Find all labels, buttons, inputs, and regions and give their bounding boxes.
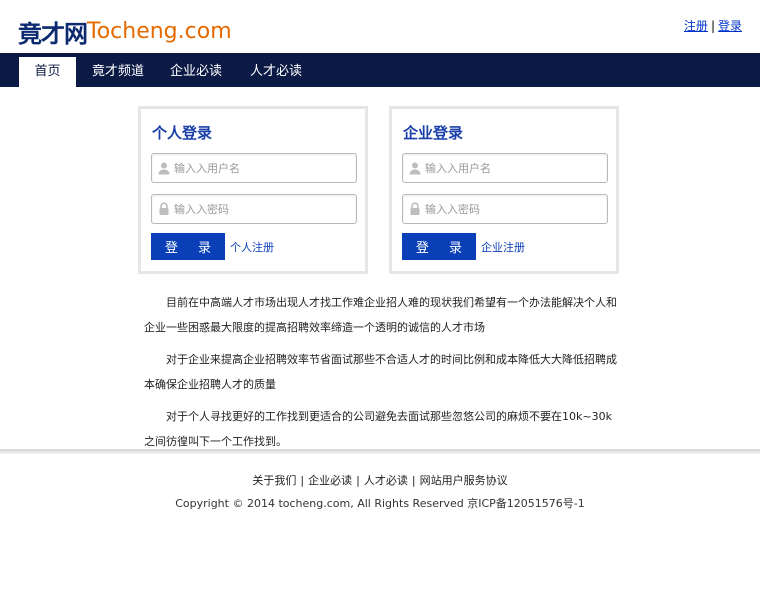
nav-item-company-reading[interactable]: 企业必读 xyxy=(162,57,230,87)
footer-link-user-agreement[interactable]: 网站用户服务协议 xyxy=(420,474,508,487)
copyright-text: Copyright © 2014 tocheng.com, All Rights… xyxy=(175,497,585,510)
nav-item-channel[interactable]: 竟才频道 xyxy=(84,57,152,87)
personal-login-panel: 个人登录 登 录 个人注册 xyxy=(138,106,368,274)
personal-username-input[interactable] xyxy=(174,154,350,182)
site-header: 竟才网Tocheng.com 注册 | 登录 xyxy=(0,0,760,53)
main-nav: 首页 竟才频道 企业必读 人才必读 xyxy=(0,53,760,87)
company-login-panel: 企业登录 登 录 企业注册 xyxy=(389,106,619,274)
intro-paragraph: 目前在中高端人才市场出现人才找工作难企业招人难的现状我们希望有一个办法能解决个人… xyxy=(144,296,617,334)
personal-login-button[interactable]: 登 录 xyxy=(151,233,225,260)
nav-item-home[interactable]: 首页 xyxy=(19,57,76,87)
register-link[interactable]: 注册 xyxy=(684,19,708,33)
footer-separator: | xyxy=(356,474,360,487)
personal-password-field[interactable] xyxy=(151,194,357,224)
logo-english-text: Tocheng.com xyxy=(87,19,232,44)
top-account-links: 注册 | 登录 xyxy=(684,17,742,34)
footer-separator: | xyxy=(300,474,305,487)
personal-login-title: 个人登录 xyxy=(152,124,213,142)
personal-password-input[interactable] xyxy=(174,195,350,223)
intro-text: 目前在中高端人才市场出现人才找工作难企业招人难的现状我们希望有一个办法能解决个人… xyxy=(144,290,622,461)
site-logo[interactable]: 竟才网Tocheng.com xyxy=(18,14,232,48)
footer-separator: | xyxy=(411,474,416,487)
user-icon xyxy=(158,162,170,175)
footer-links: 关于我们 | 企业必读 | 人才必读 | 网站用户服务协议 xyxy=(0,472,760,488)
company-password-field[interactable] xyxy=(402,194,608,224)
intro-paragraph: 对于企业来提高企业招聘效率节省面试那些不合适人才的时间比例和成本降低大大降低招聘… xyxy=(144,353,617,391)
company-password-input[interactable] xyxy=(425,195,601,223)
personal-username-field[interactable] xyxy=(151,153,357,183)
footer-link-about[interactable]: 关于我们 xyxy=(252,474,296,487)
personal-register-link[interactable]: 个人注册 xyxy=(230,239,274,255)
login-link[interactable]: 登录 xyxy=(718,19,742,33)
company-username-field[interactable] xyxy=(402,153,608,183)
company-login-title: 企业登录 xyxy=(403,124,464,142)
user-icon xyxy=(409,162,421,175)
lock-icon xyxy=(410,202,420,215)
footer-divider xyxy=(0,449,760,454)
company-register-link[interactable]: 企业注册 xyxy=(481,239,525,255)
logo-chinese-text: 竟才网 xyxy=(18,20,88,48)
lock-icon xyxy=(159,202,169,215)
footer-link-talent-reading[interactable]: 人才必读 xyxy=(364,474,408,487)
company-login-button[interactable]: 登 录 xyxy=(402,233,476,260)
intro-paragraph: 对于个人寻找更好的工作找到更适合的公司避免去面试那些忽悠公司的麻烦不要在10k~… xyxy=(144,410,612,448)
footer-link-company-reading[interactable]: 企业必读 xyxy=(308,474,352,487)
top-links-separator: | xyxy=(710,19,715,33)
nav-item-talent-reading[interactable]: 人才必读 xyxy=(241,57,311,87)
company-username-input[interactable] xyxy=(425,154,601,182)
